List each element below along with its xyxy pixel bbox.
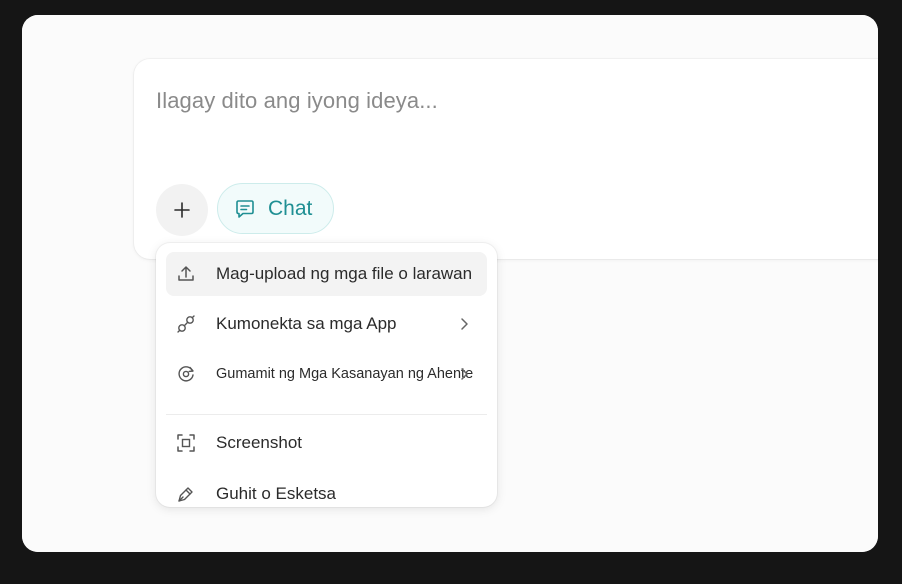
prompt-placeholder[interactable]: Ilagay dito ang iyong ideya... <box>156 88 438 114</box>
chat-icon <box>236 199 254 218</box>
menu-item-label: Guhit o Esketsa <box>216 484 337 503</box>
menu-item-drawing[interactable]: Guhit o Esketsa <box>166 472 487 516</box>
attachment-menu: Mag-upload ng mga file o larawan Kumonek… <box>156 243 497 507</box>
menu-item-label: Gumamit ng Mga Kasanayan ng Ahente <box>216 366 474 382</box>
chevron-right-icon <box>461 318 468 330</box>
app-window: Ilagay dito ang iyong ideya... Chat Mag-… <box>22 15 878 552</box>
skills-icon <box>176 364 196 384</box>
menu-item-screenshot[interactable]: Screenshot <box>166 421 487 465</box>
menu-item-label: Screenshot <box>216 433 302 452</box>
menu-item-upload[interactable]: Mag-upload ng mga file o larawan <box>166 252 487 296</box>
menu-item-label: Mag-upload ng mga file o larawan <box>216 264 473 283</box>
add-attachment-button[interactable] <box>156 184 208 236</box>
menu-item-agent-skills[interactable]: Gumamit ng Mga Kasanayan ng Ahente <box>166 352 487 396</box>
menu-item-label: Kumonekta sa mga App <box>216 314 397 333</box>
prompt-composer[interactable]: Ilagay dito ang iyong ideya... Chat <box>134 59 878 259</box>
chat-mode-label: Chat <box>268 196 313 220</box>
menu-divider <box>166 414 487 415</box>
menu-item-connect-apps[interactable]: Kumonekta sa mga App <box>166 302 487 346</box>
pen-icon <box>176 484 196 504</box>
chevron-right-icon <box>461 368 468 380</box>
upload-icon <box>176 264 196 284</box>
chat-mode-button[interactable]: Chat <box>217 183 334 234</box>
plug-icon <box>176 314 196 334</box>
screenshot-icon <box>176 433 196 453</box>
plus-icon <box>174 202 190 218</box>
